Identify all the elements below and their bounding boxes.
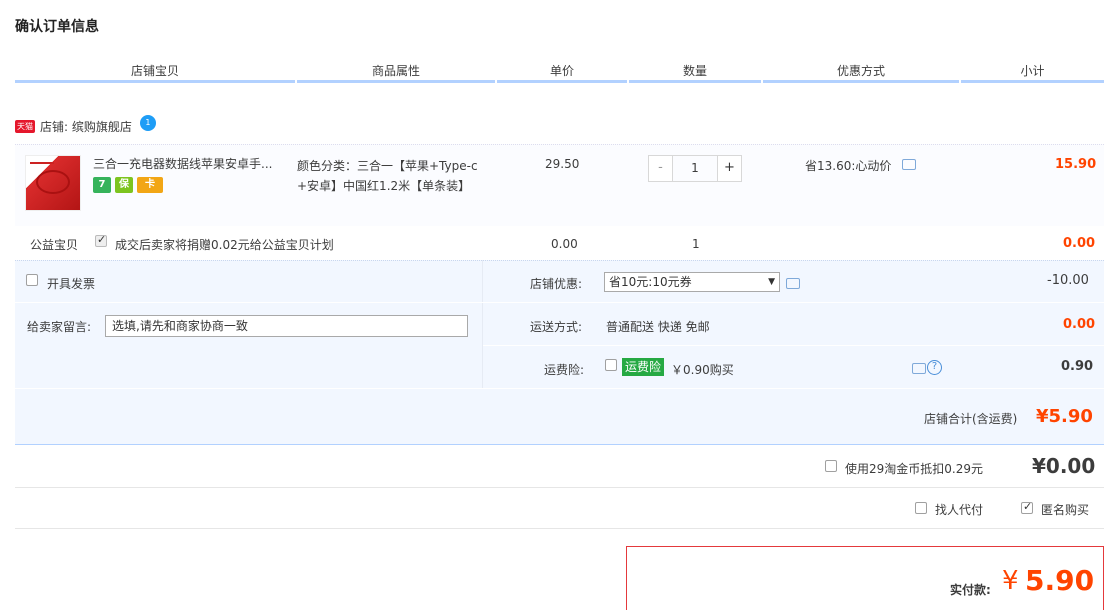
proxy-pay-checkbox[interactable]	[915, 502, 927, 514]
product-attributes: 颜色分类：三合一【苹果+Type-c +安卓】中国红1.2米【单条装】	[297, 156, 497, 196]
insurance-checkbox[interactable]	[605, 359, 617, 371]
message-icon[interactable]	[786, 278, 800, 289]
header-divider	[961, 80, 1104, 83]
shop-total-amount: ¥5.90	[1036, 406, 1093, 427]
shop-discount-selected: 省10元:10元券	[609, 275, 692, 289]
shop-discount-amount: -10.00	[1047, 273, 1089, 288]
message-icon[interactable]	[912, 363, 926, 374]
header-divider	[297, 80, 495, 83]
invoice-checkbox[interactable]	[26, 274, 38, 286]
shipping-value: 普通配送 快递 免邮	[606, 320, 710, 334]
shop-discount-label: 店铺优惠:	[530, 277, 583, 291]
panel-divider	[483, 345, 1104, 346]
shipping-amount: 0.00	[1063, 317, 1096, 332]
shop-row: 天猫 店铺: 缤购旗舰店 1	[15, 114, 156, 135]
attr-line: +安卓】中国红1.2米【单条装】	[297, 179, 471, 193]
pay-label: 实付款:	[950, 583, 991, 597]
card-icon: 卡	[137, 177, 163, 193]
wangwang-chat-icon[interactable]: 1	[139, 114, 156, 131]
charity-price: 0.00	[551, 237, 578, 251]
shop-total-label: 店铺合计(含运费)	[924, 412, 1018, 426]
header-divider	[15, 80, 295, 83]
item-subtotal: 15.90	[1055, 157, 1097, 172]
column-header-discount: 优惠方式	[836, 64, 885, 78]
charity-label: 公益宝贝	[30, 238, 79, 252]
insurance-value: ￥0.90购买	[671, 363, 734, 377]
column-header-attributes: 商品属性	[371, 64, 420, 78]
shipping-label: 运送方式:	[530, 320, 583, 334]
column-header-shop-item: 店铺宝贝	[130, 64, 179, 78]
product-title-link[interactable]: 三合一充电器数据线苹果安卓手...	[93, 156, 293, 172]
tmall-icon: 天猫	[15, 120, 35, 133]
quantity-minus-button[interactable]: -	[649, 156, 672, 181]
anonymous-checkbox[interactable]	[1021, 500, 1033, 514]
seller-message-input[interactable]: 选填,请先和商家协商一致	[105, 315, 468, 337]
pay-currency: ¥	[1002, 566, 1019, 596]
header-divider	[763, 80, 959, 83]
discount-text: 省13.60:心动价	[805, 159, 892, 173]
column-header-quantity: 数量	[682, 64, 707, 78]
quantity-plus-button[interactable]: +	[718, 156, 741, 181]
page-title: 确认订单信息	[15, 19, 99, 35]
anonymous-label: 匿名购买	[1041, 503, 1090, 517]
divider	[15, 528, 1104, 529]
panel-divider	[15, 388, 1104, 389]
taojinbi-checkbox[interactable]	[825, 460, 837, 472]
quantity-stepper: - 1 +	[648, 155, 742, 182]
shop-discount-select[interactable]: 省10元:10元券 ▼	[604, 272, 780, 292]
shop-name-link[interactable]: 店铺: 缤购旗舰店	[40, 118, 132, 135]
divider	[15, 487, 1104, 488]
insurance-label: 运费险:	[544, 363, 585, 377]
quantity-input[interactable]: 1	[672, 156, 718, 181]
charity-checkbox	[95, 233, 107, 247]
taojinbi-amount: ¥0.00	[1032, 454, 1096, 478]
help-icon[interactable]: ?	[927, 360, 942, 375]
header-divider	[497, 80, 627, 83]
charity-text: 成交后卖家将捐赠0.02元给公益宝贝计划	[115, 238, 334, 252]
attr-line: 颜色分类：三合一【苹果+Type-c	[297, 159, 478, 173]
message-icon[interactable]	[902, 159, 916, 170]
seller-message-label: 给卖家留言:	[27, 320, 92, 334]
header-divider	[629, 80, 761, 83]
proxy-pay-label: 找人代付	[935, 503, 984, 517]
taojinbi-label: 使用29淘金币抵扣0.29元	[845, 462, 983, 476]
pay-amount: 5.90	[1025, 564, 1095, 597]
product-thumbnail[interactable]	[25, 155, 81, 211]
unit-price: 29.50	[545, 157, 580, 171]
charity-qty: 1	[692, 237, 700, 251]
column-header-subtotal: 小计	[1020, 64, 1045, 78]
column-header-unit-price: 单价	[549, 64, 574, 78]
charity-subtotal: 0.00	[1063, 236, 1096, 251]
dropdown-arrow-icon: ▼	[768, 277, 775, 287]
panel-divider	[482, 260, 483, 388]
guarantee-icon: 保	[115, 177, 133, 193]
panel-divider	[15, 302, 1104, 303]
insurance-tag: 运费险	[622, 358, 665, 376]
7-day-return-icon: 7	[93, 177, 111, 193]
insurance-amount: 0.90	[1061, 359, 1094, 374]
invoice-label: 开具发票	[47, 277, 96, 291]
